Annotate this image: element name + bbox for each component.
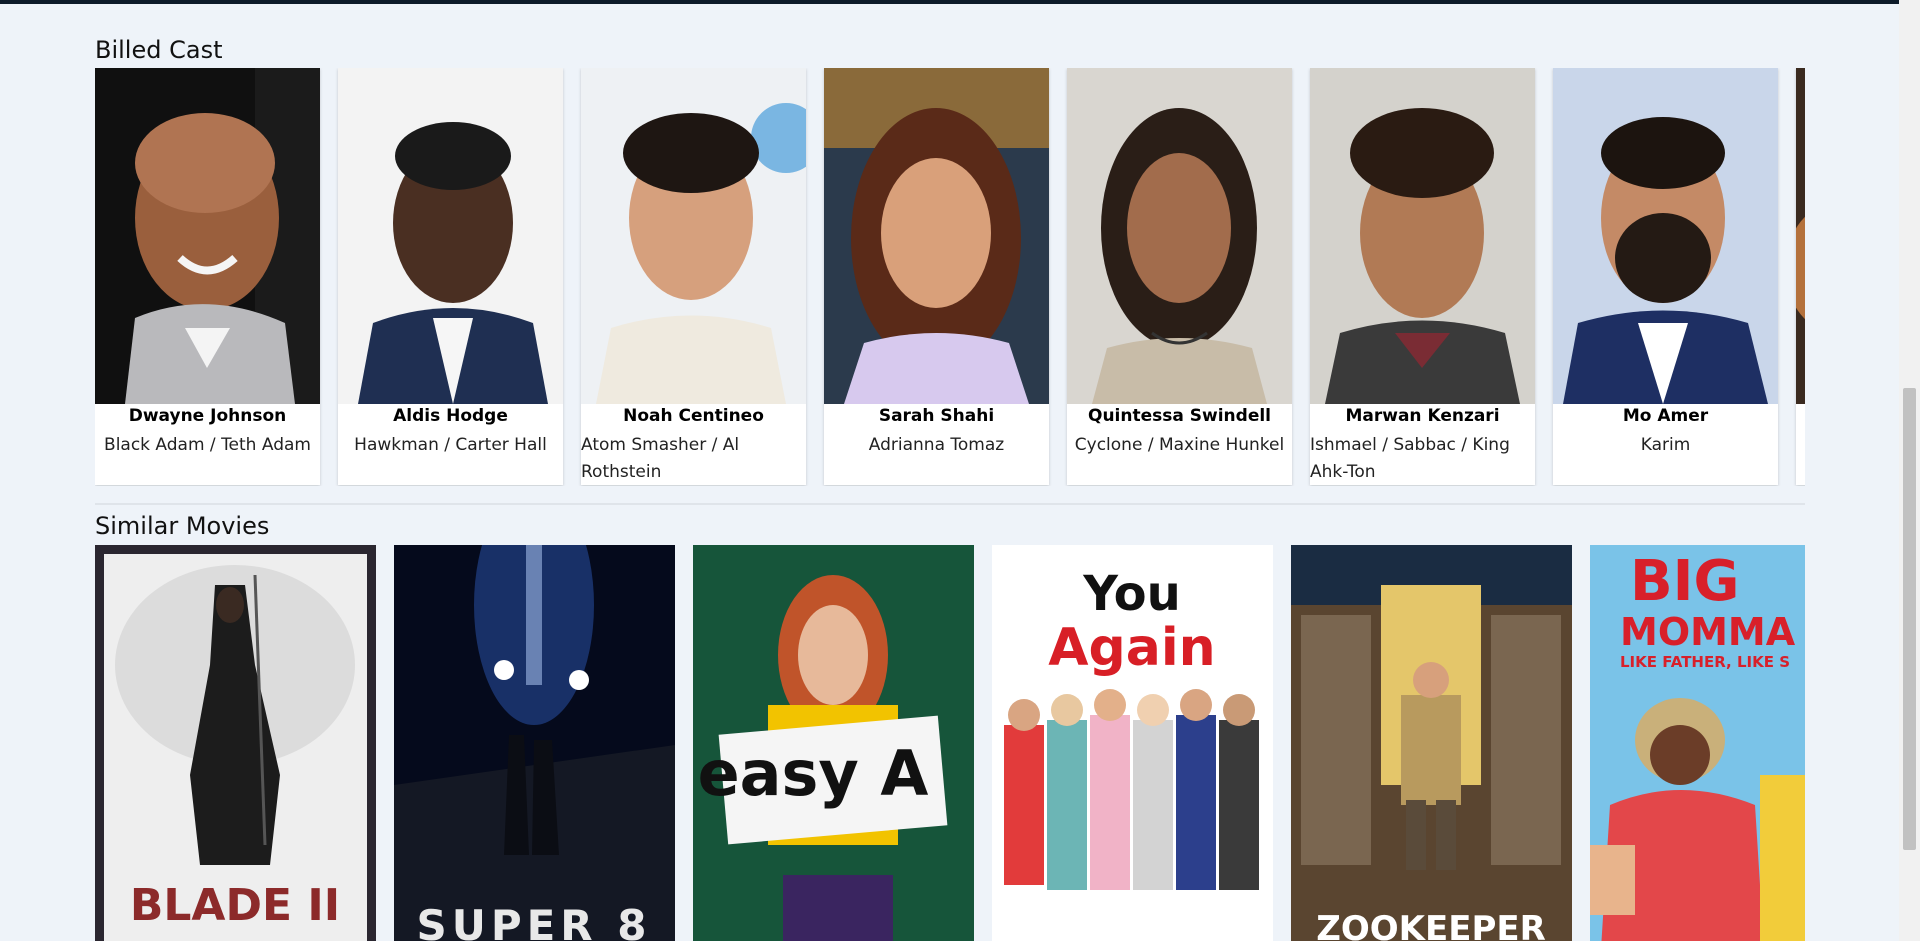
- cast-card[interactable]: Quintessa Swindell Cyclone / Maxine Hunk…: [1067, 68, 1292, 485]
- cast-role: Ishmael / Sabbac / King Ahk-Ton: [1310, 435, 1510, 482]
- poster-title: easy A: [698, 737, 929, 810]
- movie-poster[interactable]: You Again: [992, 545, 1273, 941]
- cast-name: Sarah Shahi: [878, 406, 995, 426]
- cast-card[interactable]: Noah Centineo Atom Smasher / Al Rothstei…: [581, 68, 806, 485]
- cast-photo: [824, 68, 1049, 404]
- cast-photo: [338, 68, 563, 404]
- cast-name: Noah Centineo: [623, 406, 764, 426]
- poster-title: ZOOKEEPER: [1316, 909, 1546, 941]
- cast-role: Adrianna Tomaz: [868, 435, 1005, 455]
- poster-title: SUPER 8: [416, 901, 651, 941]
- cast-role: Atom Smasher / Al Rothstein: [581, 435, 740, 482]
- cast-name: Quintessa Swindell: [1088, 406, 1271, 426]
- poster-title-line1: You: [1082, 566, 1181, 622]
- section-divider: [95, 503, 1805, 505]
- cast-photo: [1796, 68, 1805, 404]
- poster-title-line2: Again: [1048, 618, 1215, 678]
- cast-name: Dwayne Johnson: [128, 406, 287, 426]
- vertical-scrollbar[interactable]: [1899, 0, 1920, 941]
- movie-poster[interactable]: ZOOKEEPER: [1291, 545, 1572, 941]
- movie-poster[interactable]: easy A: [693, 545, 974, 941]
- poster-title-line3: LIKE FATHER, LIKE S: [1620, 653, 1790, 671]
- cast-name: Mo Amer: [1622, 406, 1709, 426]
- cast-photo: [95, 68, 320, 404]
- movie-poster[interactable]: SUPER 8: [394, 545, 675, 941]
- cast-photo: [1067, 68, 1292, 404]
- cast-card[interactable]: Aldis Hodge Hawkman / Carter Hall: [338, 68, 563, 485]
- cast-role: Karim: [1640, 435, 1691, 455]
- cast-photo: [581, 68, 806, 404]
- scrollbar-thumb[interactable]: [1903, 388, 1916, 850]
- cast-photo: [1310, 68, 1535, 404]
- cast-name: Aldis Hodge: [393, 406, 508, 426]
- cast-card[interactable]: Dwayne Johnson Black Adam / Teth Adam: [95, 68, 320, 485]
- cast-card[interactable]: Mo Amer Karim: [1553, 68, 1778, 485]
- movie-poster[interactable]: BLADE II: [95, 545, 376, 941]
- cast-card[interactable]: Marwan Kenzari Ishmael / Sabbac / King A…: [1310, 68, 1535, 485]
- cast-role: Black Adam / Teth Adam: [104, 435, 311, 455]
- cast-carousel[interactable]: Dwayne Johnson Black Adam / Teth Adam Al…: [95, 68, 1805, 486]
- similar-movies-carousel[interactable]: BLADE II SUPER 8 easy A You Again ZOOKEE…: [95, 545, 1805, 941]
- poster-title-line1: BIG: [1630, 549, 1739, 614]
- movie-poster[interactable]: BIG MOMMA LIKE FATHER, LIKE S: [1590, 545, 1805, 941]
- cast-role: Cyclone / Maxine Hunkel: [1074, 435, 1285, 455]
- cast-role: Hawkman / Carter Hall: [354, 435, 547, 455]
- cast-card[interactable]: Sarah Shahi Adrianna Tomaz: [824, 68, 1049, 485]
- cast-name: Marwan Kenzari: [1345, 406, 1500, 426]
- similar-movies-heading: Similar Movies: [95, 512, 270, 540]
- poster-title: BLADE II: [130, 880, 340, 931]
- movie-detail-page: Billed Cast Dwayne Johnson Black Adam / …: [95, 0, 1805, 941]
- billed-cast-heading: Billed Cast: [95, 36, 223, 64]
- cast-photo: [1553, 68, 1778, 404]
- cast-card[interactable]: [1796, 68, 1805, 485]
- poster-title-line2: MOMMA: [1620, 610, 1796, 654]
